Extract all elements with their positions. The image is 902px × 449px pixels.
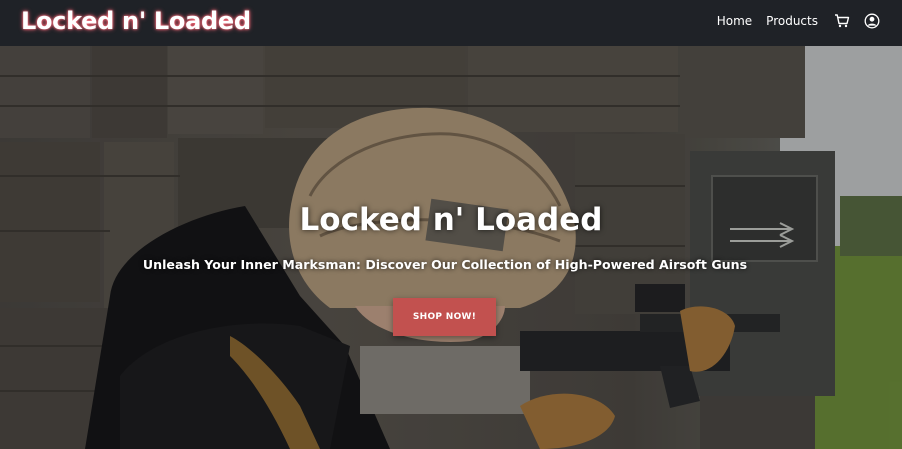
user-account-icon[interactable] [864, 13, 880, 29]
hero-title: Locked n' Loaded [299, 202, 603, 238]
hero-dark-overlay [0, 46, 902, 449]
brand-logo[interactable]: Locked n' Loaded [21, 7, 251, 35]
hero-subtitle: Unleash Your Inner Marksman: Discover Ou… [142, 257, 748, 272]
hero-section: Locked n' Loaded Unleash Your Inner Mark… [0, 46, 902, 449]
nav-link-home[interactable]: Home [717, 14, 752, 28]
shop-now-button[interactable]: SHOP NOW! [393, 298, 496, 336]
nav-links: Home Products [717, 13, 880, 29]
cart-icon[interactable] [834, 13, 850, 29]
nav-link-products[interactable]: Products [766, 14, 818, 28]
navbar: Locked n' Loaded Home Products [0, 0, 902, 46]
